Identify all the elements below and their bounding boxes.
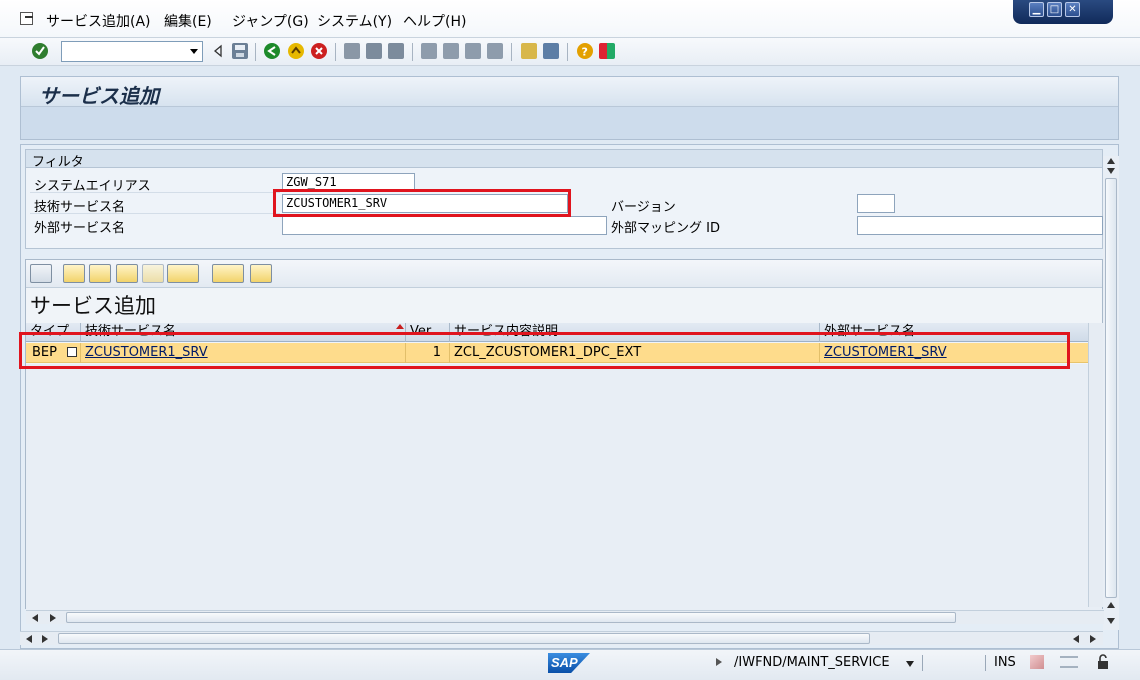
- arrow-left-icon: [267, 46, 276, 56]
- status-divider: [985, 655, 986, 671]
- scroll-right-icon[interactable]: [42, 635, 48, 643]
- ext-mapping-label: 外部マッピング ID: [611, 221, 720, 236]
- triangle-left-icon: [213, 44, 222, 58]
- grid-hscroll-track[interactable]: [26, 610, 1102, 624]
- menu-system[interactable]: システム(Y): [317, 11, 392, 31]
- find-icon[interactable]: [366, 43, 382, 59]
- menu-list-icon[interactable]: [20, 12, 33, 25]
- scroll-thumb[interactable]: [66, 612, 956, 623]
- toolbar-separator: [412, 43, 413, 61]
- prev-page-icon[interactable]: [443, 43, 459, 59]
- alv-grid: サービス追加 タイプ 技術サービス名 Ver... サービス内容説明 外部サービ…: [25, 259, 1104, 624]
- sound-icon: [1030, 655, 1044, 669]
- scroll-right-icon[interactable]: [1090, 635, 1096, 643]
- save-icon[interactable]: [232, 43, 248, 59]
- floppy-icon: [235, 45, 245, 57]
- title-area: サービス追加: [20, 76, 1119, 140]
- scroll-left-icon[interactable]: [32, 614, 38, 622]
- standard-toolbar: ?: [0, 38, 1140, 66]
- x-icon: [315, 47, 323, 55]
- filter-icon[interactable]: [167, 264, 199, 283]
- alv-title: サービス追加: [30, 294, 156, 318]
- outer-vertical-scrollbar[interactable]: [1103, 156, 1119, 630]
- scroll-right-icon[interactable]: [50, 614, 56, 622]
- scroll-up-icon[interactable]: [1107, 158, 1115, 164]
- menu-jump[interactable]: ジャンプ(G): [232, 11, 309, 31]
- scroll-down-icon[interactable]: [1107, 168, 1115, 174]
- scroll-left-icon[interactable]: [1073, 635, 1079, 643]
- new-session-icon[interactable]: [521, 43, 537, 59]
- ext-service-input[interactable]: [282, 216, 607, 235]
- back-icon[interactable]: [264, 43, 280, 59]
- collapse-icon[interactable]: [210, 43, 226, 59]
- find-next-icon[interactable]: [142, 264, 164, 283]
- scroll-left-icon[interactable]: [26, 635, 32, 643]
- scroll-thumb[interactable]: [1105, 178, 1117, 598]
- status-divider: [922, 655, 923, 671]
- last-page-icon[interactable]: [487, 43, 503, 59]
- shortcut-icon[interactable]: [543, 43, 559, 59]
- version-input[interactable]: [857, 194, 895, 213]
- menu-service-add[interactable]: サービス追加(A): [46, 11, 151, 31]
- menu-edit[interactable]: 編集(E): [164, 11, 212, 31]
- toolbar-separator: [335, 43, 336, 61]
- cancel-icon[interactable]: [311, 43, 327, 59]
- scroll-down-icon[interactable]: [1107, 618, 1115, 624]
- page-title: サービス追加: [39, 84, 159, 108]
- layout-icon[interactable]: [599, 43, 615, 59]
- lock-icon[interactable]: [1096, 654, 1110, 670]
- scroll-up-icon[interactable]: [1107, 602, 1115, 608]
- toolbar-separator: [255, 43, 256, 61]
- grid-vertical-scrollbar[interactable]: [1088, 323, 1103, 607]
- details-icon[interactable]: [30, 264, 52, 283]
- chevron-down-icon[interactable]: [190, 49, 198, 54]
- sort-descending-icon[interactable]: [89, 264, 111, 283]
- alv-toolbar: [26, 260, 1102, 288]
- window-controls: ▁ □ ✕: [1013, 0, 1113, 24]
- sort-ascending-icon[interactable]: [63, 264, 85, 283]
- insert-mode: INS: [994, 655, 1016, 670]
- highlight-result-row: [19, 332, 1070, 369]
- export-icon[interactable]: [212, 264, 244, 283]
- connection-icon: [1060, 656, 1078, 668]
- ext-service-label: 外部サービス名: [34, 221, 126, 236]
- version-label: バージョン: [611, 200, 676, 215]
- question-mark-icon: ?: [582, 46, 588, 59]
- filter-header: フィルタ: [26, 150, 1102, 170]
- row-divider: [30, 213, 280, 214]
- toolbar-separator: [567, 43, 568, 61]
- minimize-icon[interactable]: ▁: [1029, 2, 1044, 17]
- exit-icon[interactable]: [288, 43, 304, 59]
- enter-icon[interactable]: [32, 43, 48, 59]
- toolbar-separator: [511, 43, 512, 61]
- filter-title: フィルタ: [32, 155, 84, 170]
- help-icon[interactable]: ?: [577, 43, 593, 59]
- command-field[interactable]: [61, 41, 203, 62]
- chevron-down-icon[interactable]: [906, 661, 914, 667]
- find-icon[interactable]: [116, 264, 138, 283]
- menu-bar: サービス追加(A) 編集(E) ジャンプ(G) システム(Y) ヘルプ(H) ▁…: [0, 0, 1140, 38]
- close-icon[interactable]: ✕: [1065, 2, 1080, 17]
- menu-help[interactable]: ヘルプ(H): [403, 11, 466, 31]
- print-icon[interactable]: [344, 43, 360, 59]
- find-next-icon[interactable]: [388, 43, 404, 59]
- padlock-icon: [1098, 654, 1108, 669]
- first-page-icon[interactable]: [421, 43, 437, 59]
- status-expand-icon[interactable]: [716, 658, 722, 666]
- outer-hscroll-track[interactable]: [20, 631, 1103, 645]
- grid-body: [26, 364, 1102, 610]
- title-bar: サービス追加: [21, 77, 1118, 108]
- checkmark-icon: [35, 46, 45, 56]
- row-divider: [30, 192, 280, 193]
- sort-indicator-icon: [396, 324, 404, 329]
- maximize-icon[interactable]: □: [1047, 2, 1062, 17]
- svg-text:?: ?: [582, 46, 588, 59]
- ext-mapping-input[interactable]: [857, 216, 1103, 235]
- transaction-code[interactable]: /IWFND/MAINT_SERVICE: [734, 655, 890, 670]
- next-page-icon[interactable]: [465, 43, 481, 59]
- scroll-thumb[interactable]: [58, 633, 870, 644]
- layout-grid-icon[interactable]: [250, 264, 272, 283]
- highlight-tech-service: [273, 189, 571, 217]
- arrow-up-icon: [291, 46, 301, 54]
